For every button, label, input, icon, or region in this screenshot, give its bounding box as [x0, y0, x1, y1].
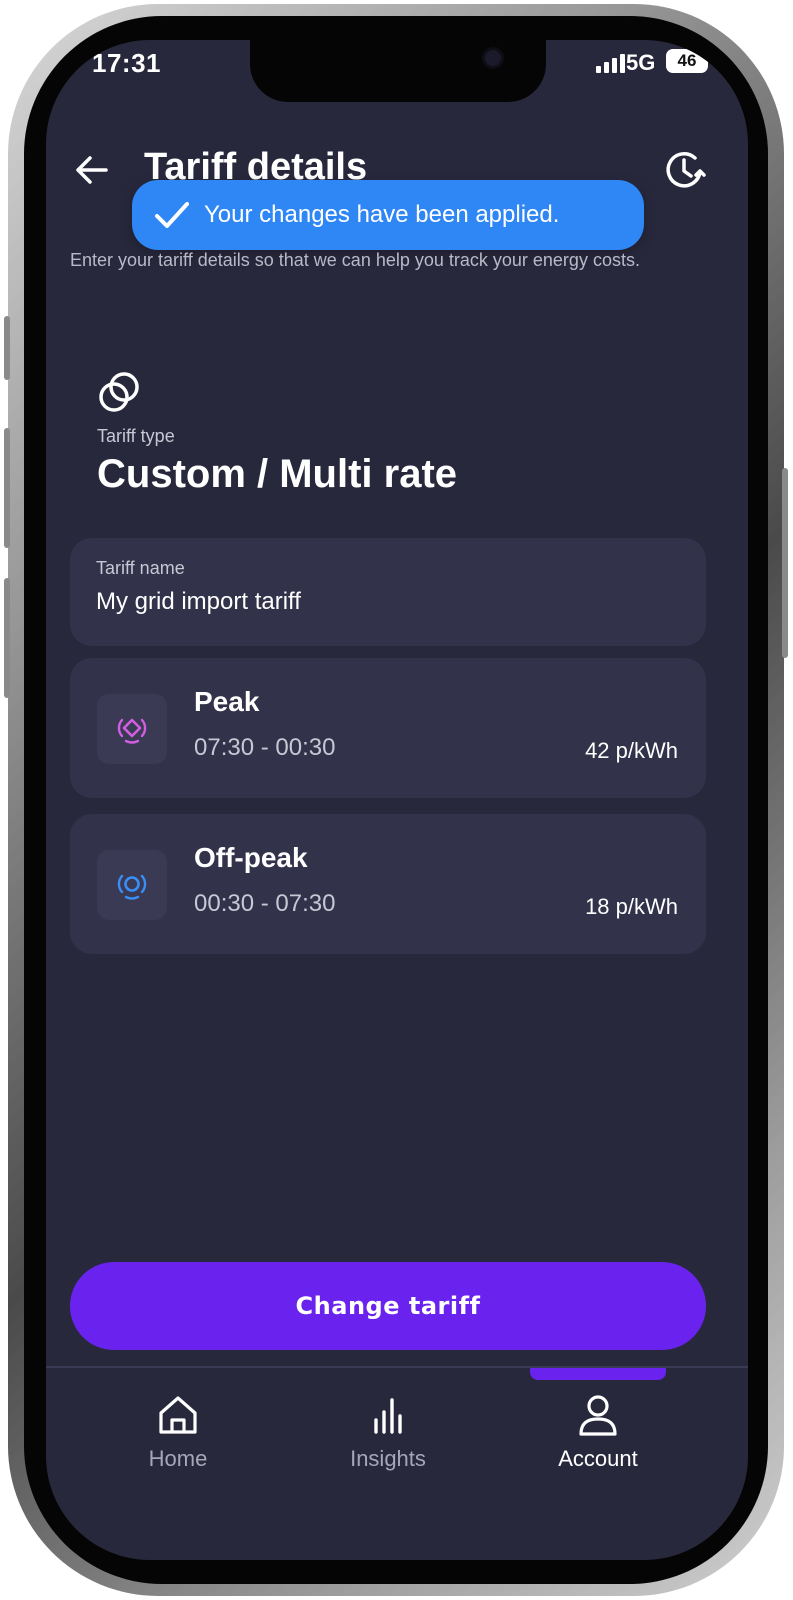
side-button [4, 578, 10, 698]
notch [250, 40, 546, 102]
linked-circles-icon [99, 372, 139, 412]
home-icon [159, 1396, 197, 1434]
status-time: 17:31 [92, 48, 161, 78]
success-toast: Your changes have been applied. [132, 180, 644, 250]
nav-label: Account [558, 1446, 638, 1471]
side-button [782, 468, 788, 658]
toast-message: Your changes have been applied. [204, 201, 560, 228]
rate-time-range: 00:30 - 07:30 [194, 890, 336, 917]
tariff-name-label: Tariff name [96, 558, 185, 578]
side-button [4, 428, 10, 548]
camera-icon [482, 47, 504, 69]
rate-name: Peak [194, 686, 260, 717]
battery-icon: 46 [666, 49, 708, 73]
tariff-type-value: Custom / Multi rate [97, 452, 458, 496]
nav-label: Home [148, 1446, 208, 1471]
rate-icon-box [97, 694, 167, 764]
nav-item-account[interactable]: Account [518, 1392, 678, 1472]
rate-icon-box [97, 850, 167, 920]
side-button [4, 316, 10, 380]
rate-name: Off-peak [194, 842, 308, 873]
history-button[interactable] [662, 148, 706, 192]
tariff-name-value: My grid import tariff [96, 588, 301, 615]
nav-item-home[interactable]: Home [98, 1392, 258, 1472]
change-tariff-button[interactable]: Change tariff [70, 1262, 706, 1350]
peak-signal-icon [117, 718, 147, 744]
rate-card-peak[interactable]: Peak 07:30 - 00:30 42 p/kWh [70, 658, 706, 798]
rate-price: 18 p/kWh [585, 894, 678, 919]
clock-history-icon [666, 152, 706, 188]
rate-price: 42 p/kWh [585, 738, 678, 763]
rate-time-range: 07:30 - 00:30 [194, 734, 336, 761]
back-button[interactable] [72, 150, 112, 190]
intro-text: Enter your tariff details so that we can… [70, 250, 640, 270]
person-icon [579, 1395, 617, 1436]
app-screen: 17:31 5G 46 Tariff details Your changes … [46, 40, 748, 1560]
rate-card-offpeak[interactable]: Off-peak 00:30 - 07:30 18 p/kWh [70, 814, 706, 954]
check-icon [155, 202, 189, 228]
nav-label: Insights [350, 1446, 426, 1471]
tariff-type-label: Tariff type [97, 426, 175, 446]
arrow-left-icon [76, 156, 108, 184]
nav-item-insights[interactable]: Insights [308, 1392, 468, 1472]
offpeak-signal-icon [117, 874, 147, 900]
tariff-name-field[interactable]: Tariff name My grid import tariff [70, 538, 706, 646]
bar-chart-icon [374, 1398, 402, 1434]
signal-icon [596, 54, 625, 73]
nav-active-indicator [530, 1368, 666, 1380]
network-type: 5G [626, 50, 656, 75]
